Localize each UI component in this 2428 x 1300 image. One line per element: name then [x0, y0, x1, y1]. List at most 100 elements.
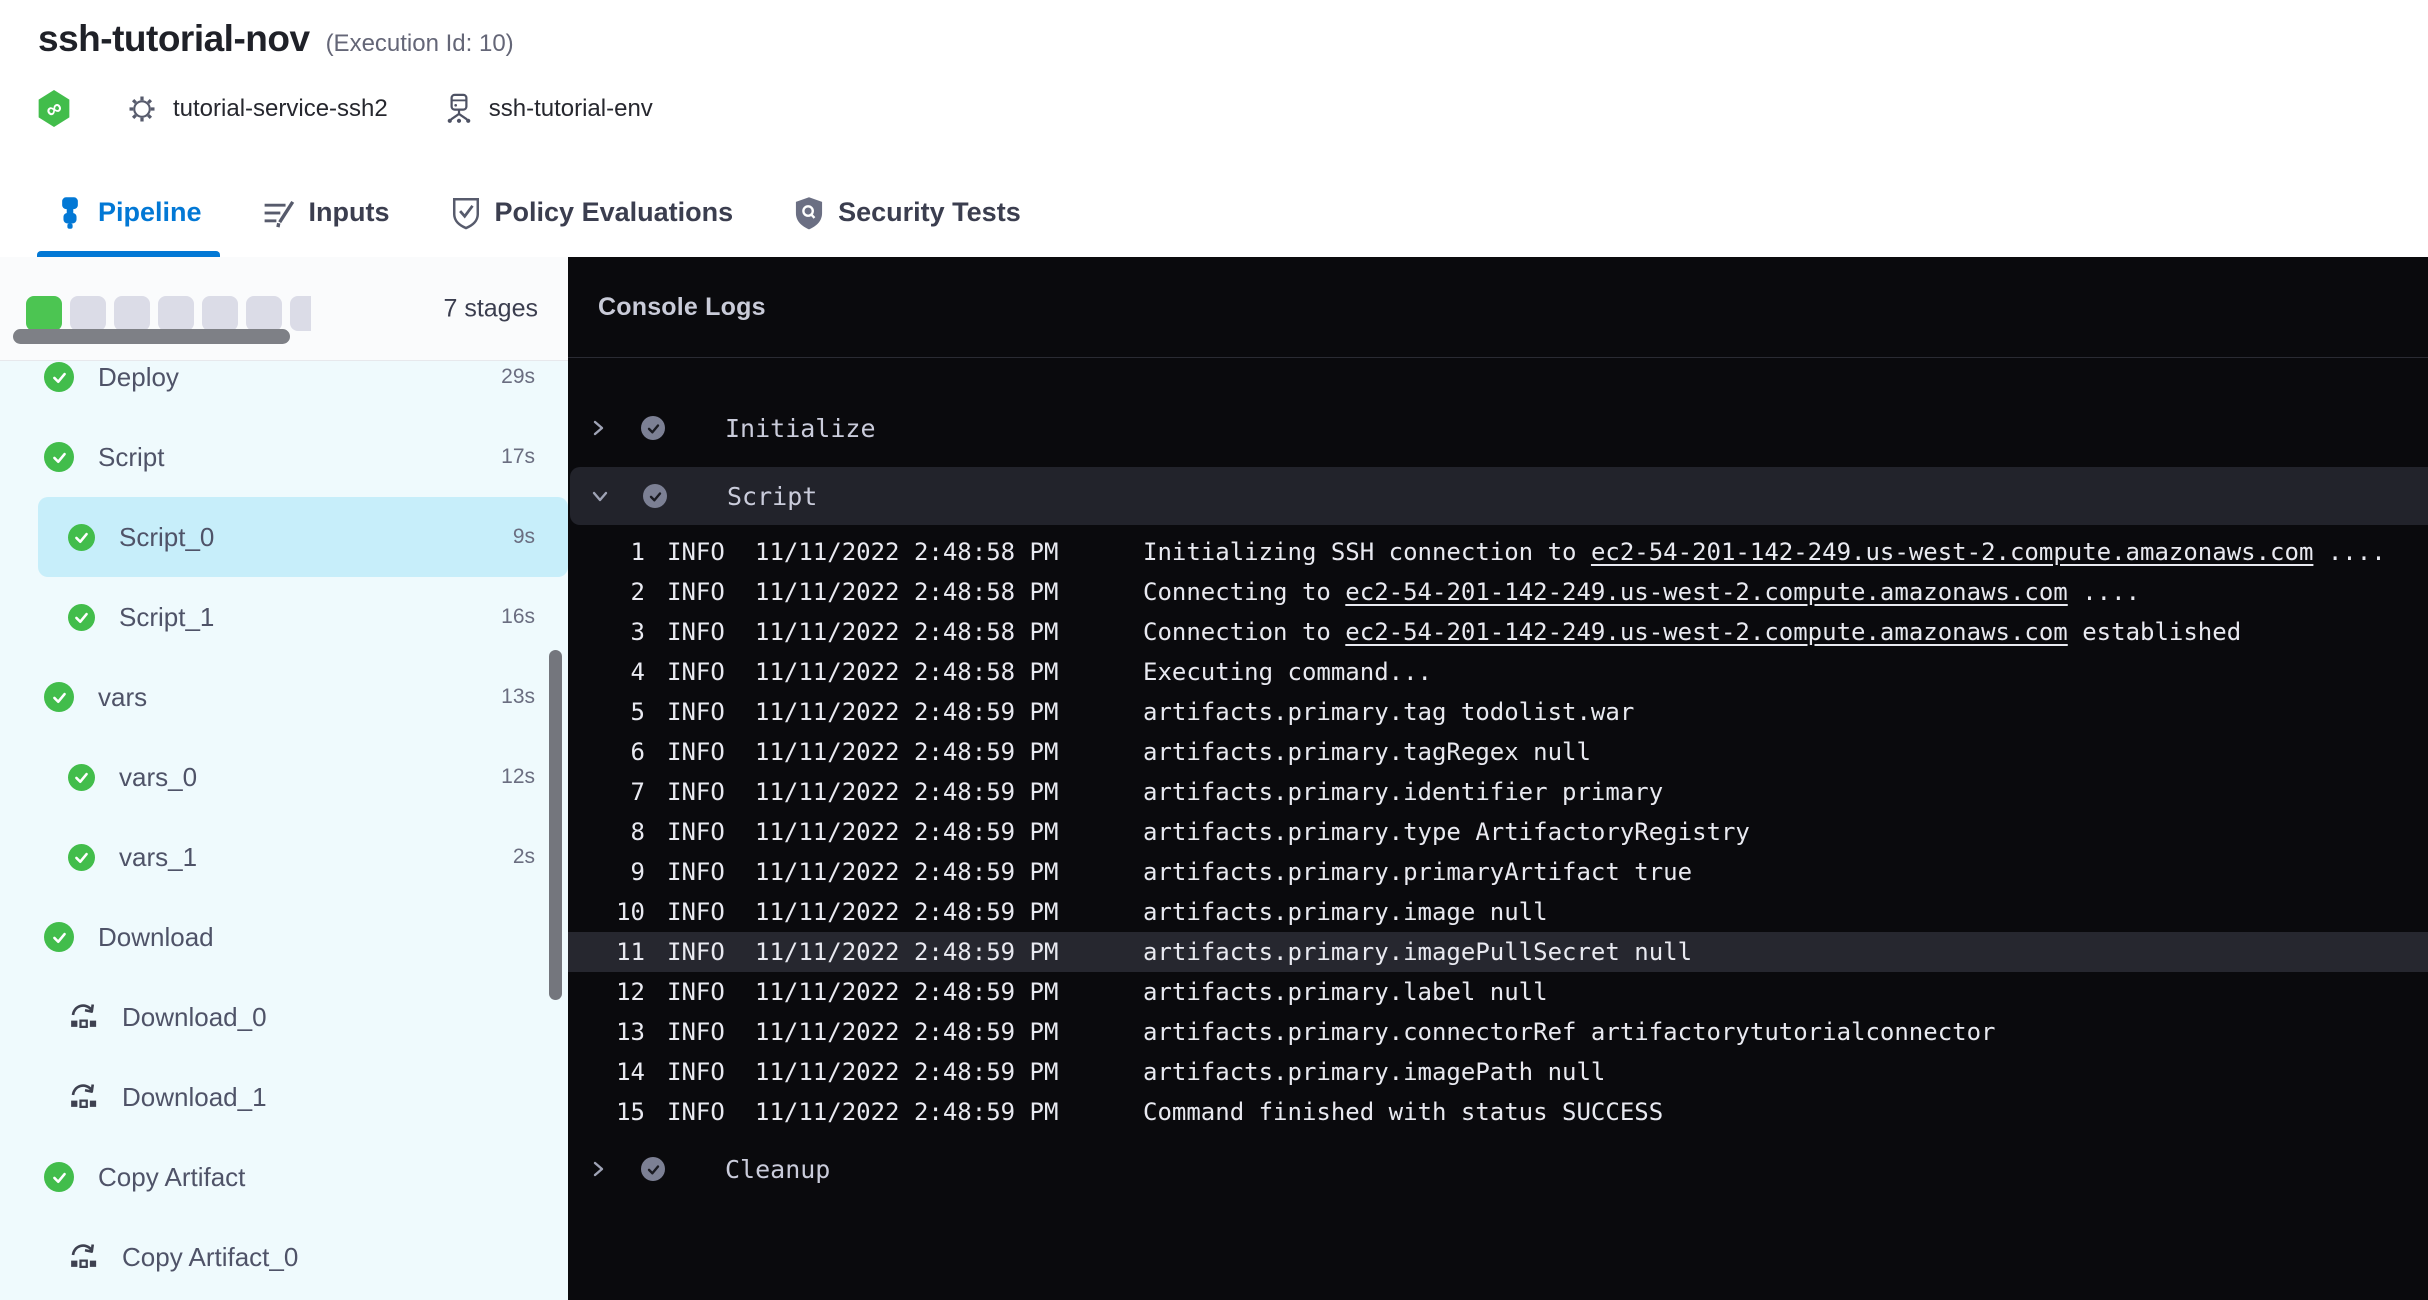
progress-segment	[158, 296, 194, 331]
console-panel: Console Logs Initialize	[568, 257, 2428, 1300]
chevron-right-icon	[588, 1159, 608, 1179]
stages-sidebar: 7 stages Deploy 29s Script 17s Script_0 …	[0, 257, 568, 1300]
hostname-link[interactable]: ec2-54-201-142-249.us-west-2.compute.ama…	[1345, 578, 2067, 606]
stage-list-item[interactable]: vars_1 2s	[0, 817, 568, 897]
log-message: artifacts.primary.tagRegex null	[1143, 738, 1591, 766]
log-text: artifacts.primary.image null	[1143, 898, 1548, 926]
log-level: INFO	[667, 1098, 727, 1126]
stage-label: Download_1	[122, 1082, 267, 1113]
stage-label: Download	[98, 922, 214, 953]
stage-list-item[interactable]: Download_0	[0, 977, 568, 1057]
log-message: artifacts.primary.imagePullSecret null	[1143, 938, 1692, 966]
stage-list-item[interactable]: vars 13s	[0, 657, 568, 737]
log-message: Connection to ec2-54-201-142-249.us-west…	[1143, 618, 2241, 646]
success-check-icon	[44, 362, 74, 392]
progress-segment	[114, 296, 150, 331]
stage-label: Script_1	[119, 602, 214, 633]
log-timestamp: 11/11/2022 2:48:59 PM	[755, 1058, 1067, 1086]
page-title: ssh-tutorial-nov	[38, 18, 310, 60]
log-level: INFO	[667, 698, 727, 726]
meta-row: ∞ tutorial-service-ssh2	[38, 90, 653, 127]
log-line-number: 13	[595, 1018, 645, 1046]
stage-list-item[interactable]: Deploy 29s	[0, 360, 568, 417]
log-section-initialize[interactable]: Initialize	[568, 406, 2428, 450]
log-message: artifacts.primary.imagePath null	[1143, 1058, 1605, 1086]
log-line-number: 7	[595, 778, 645, 806]
log-message: artifacts.primary.tag todolist.war	[1143, 698, 1634, 726]
success-check-icon	[68, 844, 95, 871]
service-chip[interactable]: tutorial-service-ssh2	[127, 94, 388, 124]
progress-segment	[202, 296, 238, 331]
stage-list-item[interactable]: Script_0 9s	[38, 497, 568, 577]
stage-duration: 2s	[513, 845, 535, 869]
tab-policy-evaluations-label: Policy Evaluations	[495, 197, 734, 228]
log-line: 10 INFO 11/11/2022 2:48:59 PM artifacts.…	[568, 892, 2428, 932]
stage-list-item[interactable]: Copy Artifact	[0, 1137, 568, 1217]
log-text: ....	[2068, 578, 2140, 606]
console-header: Console Logs	[568, 257, 2428, 358]
log-message: artifacts.primary.image null	[1143, 898, 1548, 926]
log-line-number: 12	[595, 978, 645, 1006]
success-check-icon	[44, 682, 74, 712]
log-line: 6 INFO 11/11/2022 2:48:59 PM artifacts.p…	[568, 732, 2428, 772]
log-line: 1 INFO 11/11/2022 2:48:58 PM Initializin…	[568, 532, 2428, 572]
stage-list-item[interactable]: vars_0 12s	[0, 737, 568, 817]
log-line-number: 8	[595, 818, 645, 846]
log-timestamp: 11/11/2022 2:48:58 PM	[755, 578, 1067, 606]
stage-label: Script_0	[119, 522, 214, 553]
policy-evaluations-icon	[450, 196, 482, 230]
stage-list-item[interactable]: Script_1 16s	[0, 577, 568, 657]
stage-label: vars	[98, 682, 147, 713]
pipeline-icon	[55, 196, 85, 230]
log-level: INFO	[667, 618, 727, 646]
tab-security-tests[interactable]: Security Tests	[775, 168, 1039, 257]
chevron-down-icon	[590, 486, 610, 506]
log-text: artifacts.primary.connectorRef artifacto…	[1143, 1018, 1996, 1046]
tab-inputs[interactable]: Inputs	[244, 168, 408, 257]
stage-label: Copy Artifact	[98, 1162, 245, 1193]
hostname-link[interactable]: ec2-54-201-142-249.us-west-2.compute.ama…	[1591, 538, 2313, 566]
tab-pipeline[interactable]: Pipeline	[37, 168, 220, 257]
stage-list-item[interactable]: Script 17s	[0, 417, 568, 497]
tab-policy-evaluations[interactable]: Policy Evaluations	[432, 168, 752, 257]
log-text: established	[2068, 618, 2241, 646]
log-message: Initializing SSH connection to ec2-54-20…	[1143, 538, 2386, 566]
step-group-icon	[68, 1000, 98, 1035]
environment-name: ssh-tutorial-env	[489, 95, 653, 123]
stage-duration: 13s	[501, 685, 535, 709]
log-level: INFO	[667, 1058, 727, 1086]
log-line: 3 INFO 11/11/2022 2:48:58 PM Connection …	[568, 612, 2428, 652]
log-text: Connecting to	[1143, 578, 1345, 606]
log-text: ....	[2313, 538, 2385, 566]
stage-list-item[interactable]: Copy Artifact_0	[0, 1217, 568, 1297]
stage-list-item[interactable]: Download_1	[0, 1057, 568, 1137]
tab-inputs-label: Inputs	[309, 197, 390, 228]
log-line: 14 INFO 11/11/2022 2:48:59 PM artifacts.…	[568, 1052, 2428, 1092]
log-timestamp: 11/11/2022 2:48:59 PM	[755, 898, 1067, 926]
console-body: Initialize Script 1 INFO 11/11/2022 2:48…	[568, 358, 2428, 1193]
log-timestamp: 11/11/2022 2:48:59 PM	[755, 938, 1067, 966]
log-text: artifacts.primary.tag todolist.war	[1143, 698, 1634, 726]
log-text: artifacts.primary.imagePath null	[1143, 1058, 1605, 1086]
content-area: 7 stages Deploy 29s Script 17s Script_0 …	[0, 257, 2428, 1300]
log-line: 9 INFO 11/11/2022 2:48:59 PM artifacts.p…	[568, 852, 2428, 892]
log-section-cleanup[interactable]: Cleanup	[568, 1145, 2428, 1193]
success-check-icon	[643, 484, 667, 508]
stage-list-item[interactable]: Download	[0, 897, 568, 977]
success-check-icon	[68, 524, 95, 551]
log-level: INFO	[667, 738, 727, 766]
tab-pipeline-label: Pipeline	[98, 197, 202, 228]
hostname-link[interactable]: ec2-54-201-142-249.us-west-2.compute.ama…	[1345, 618, 2067, 646]
log-section-script[interactable]: Script	[570, 467, 2428, 525]
console-title: Console Logs	[598, 293, 766, 322]
log-line-number: 2	[595, 578, 645, 606]
log-section-label: Initialize	[725, 414, 876, 443]
log-line: 5 INFO 11/11/2022 2:48:59 PM artifacts.p…	[568, 692, 2428, 732]
horizontal-scrollbar-thumb[interactable]	[13, 329, 290, 344]
log-line: 2 INFO 11/11/2022 2:48:58 PM Connecting …	[568, 572, 2428, 612]
environment-chip[interactable]: ssh-tutorial-env	[445, 93, 653, 125]
vertical-scrollbar-thumb[interactable]	[549, 650, 562, 1000]
log-message: artifacts.primary.label null	[1143, 978, 1548, 1006]
stage-duration: 29s	[501, 365, 535, 389]
service-name: tutorial-service-ssh2	[173, 95, 388, 123]
